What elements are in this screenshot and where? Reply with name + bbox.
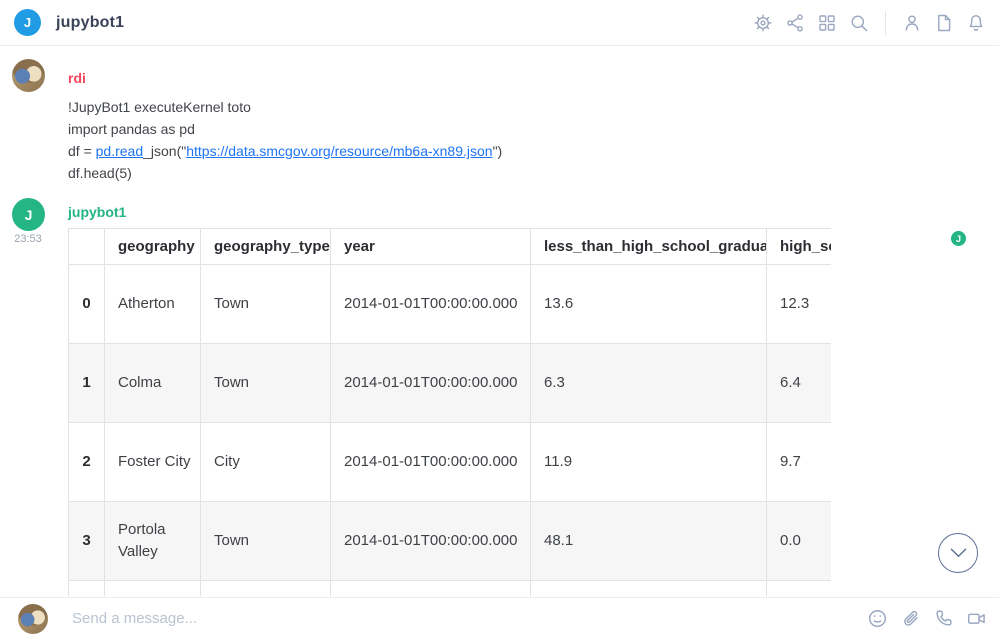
scroll-to-bottom-button[interactable] xyxy=(938,533,978,573)
message-line: !JupyBot1 executeKernel toto xyxy=(68,96,502,118)
members-person-icon[interactable] xyxy=(901,12,923,34)
dataframe-cell: 6.3 xyxy=(531,344,767,423)
dataframe-table: geographygeography_typeyearless_than_hig… xyxy=(68,228,831,596)
dataframe-row: 3Portola ValleyTown2014-01-01T00:00:00.0… xyxy=(69,502,832,581)
dataframe-cell xyxy=(201,581,331,597)
dataframe-table-container: geographygeography_typeyearless_than_hig… xyxy=(68,228,831,596)
message-text: import pandas as pd xyxy=(68,121,195,137)
message-line: import pandas as pd xyxy=(68,118,502,140)
dataframe-body: 0AthertonTown2014-01-01T00:00:00.00013.6… xyxy=(69,265,832,597)
dataframe-cell xyxy=(331,581,531,597)
dataframe-col-header: geography_type xyxy=(201,229,331,265)
message-link[interactable]: pd.read xyxy=(96,143,143,159)
message-line: df = pd.read_json("https://data.smcgov.o… xyxy=(68,140,502,162)
room-header: J jupybot1 xyxy=(0,0,999,46)
dataframe-col-header: year xyxy=(331,229,531,265)
dataframe-cell: 0.0 xyxy=(767,502,832,581)
dataframe-cell: 2014-01-01T00:00:00.000 xyxy=(331,423,531,502)
message-input[interactable] xyxy=(72,610,866,627)
settings-gear-icon[interactable] xyxy=(752,12,774,34)
dataframe-col-header: less_than_high_school_graduate xyxy=(531,229,767,265)
dataframe-cell: Atherton xyxy=(105,265,201,344)
dataframe-cell: 3 xyxy=(69,502,105,581)
message-text: ") xyxy=(493,143,503,159)
dataframe-cell: Colma xyxy=(105,344,201,423)
dataframe-row: 2Foster CityCity2014-01-01T00:00:00.0001… xyxy=(69,423,832,502)
message-text: !JupyBot1 executeKernel toto xyxy=(68,99,251,115)
dataframe-row-partial xyxy=(69,581,832,597)
room-title: jupybot1 xyxy=(56,14,124,32)
bot-avatar[interactable]: J xyxy=(12,198,45,231)
chevron-down-icon xyxy=(950,548,967,558)
bot-avatar-letter: J xyxy=(25,207,33,223)
header-actions xyxy=(752,11,987,35)
room-avatar[interactable]: J xyxy=(14,9,41,36)
dataframe-cell: City xyxy=(201,423,331,502)
dataframe-cell: 13.6 xyxy=(531,265,767,344)
dataframe-cell: 2014-01-01T00:00:00.000 xyxy=(331,502,531,581)
dataframe-cell xyxy=(105,581,201,597)
message-text: df.head(5) xyxy=(68,165,132,181)
message-text: df = xyxy=(68,143,96,159)
dataframe-row: 1ColmaTown2014-01-01T00:00:00.0006.36.4 xyxy=(69,344,832,423)
dataframe-cell: 9.7 xyxy=(767,423,832,502)
user-message-lines: !JupyBot1 executeKernel toto import panda… xyxy=(68,96,502,184)
share-icon[interactable] xyxy=(784,12,806,34)
emoji-smiley-icon[interactable] xyxy=(866,608,888,630)
user-username[interactable]: rdi xyxy=(68,70,86,86)
message-link[interactable]: https://data.smcgov.org/resource/mb6a-xn… xyxy=(186,143,492,159)
video-call-camera-icon[interactable] xyxy=(965,608,987,630)
badge-letter: J xyxy=(956,234,961,244)
message-line: df.head(5) xyxy=(68,162,502,184)
dataframe-cell: 1 xyxy=(69,344,105,423)
dataframe-cell: 11.9 xyxy=(531,423,767,502)
dataframe-cell: 6.4 xyxy=(767,344,832,423)
dataframe-cell: 2014-01-01T00:00:00.000 xyxy=(331,344,531,423)
chat-app: J jupybot1 xyxy=(0,0,999,639)
dataframe-col-header: geography xyxy=(105,229,201,265)
dataframe-cell: 48.1 xyxy=(531,502,767,581)
dataframe-cell: 0 xyxy=(69,265,105,344)
dataframe-cell: Town xyxy=(201,344,331,423)
composer-actions xyxy=(866,608,987,630)
dataframe-cell xyxy=(69,581,105,597)
attachment-paperclip-icon[interactable] xyxy=(899,608,921,630)
apps-grid-icon[interactable] xyxy=(816,12,838,34)
dataframe-cell xyxy=(531,581,767,597)
message-text: _json(" xyxy=(143,143,186,159)
dataframe-cell: 2014-01-01T00:00:00.000 xyxy=(331,265,531,344)
phone-call-icon[interactable] xyxy=(932,608,954,630)
search-icon[interactable] xyxy=(848,12,870,34)
notifications-bell-icon[interactable] xyxy=(965,12,987,34)
dataframe-row: 0AthertonTown2014-01-01T00:00:00.00013.6… xyxy=(69,265,832,344)
bot-username[interactable]: jupybot1 xyxy=(68,204,126,220)
message-timestamp: 23:53 xyxy=(9,233,47,245)
bot-unread-badge: J xyxy=(951,231,966,246)
message-list: rdi !JupyBot1 executeKernel toto import p… xyxy=(0,46,999,597)
dataframe-cell: 12.3 xyxy=(767,265,832,344)
header-divider xyxy=(885,11,886,35)
dataframe-cell: Portola Valley xyxy=(105,502,201,581)
dataframe-col-header xyxy=(69,229,105,265)
room-avatar-letter: J xyxy=(24,15,31,30)
dataframe-cell: Town xyxy=(201,502,331,581)
current-user-avatar[interactable] xyxy=(18,604,48,634)
dataframe-cell xyxy=(767,581,832,597)
dataframe-cell: Town xyxy=(201,265,331,344)
user-avatar[interactable] xyxy=(12,59,45,92)
dataframe-cell: 2 xyxy=(69,423,105,502)
dataframe-cell: Foster City xyxy=(105,423,201,502)
dataframe-header-row: geographygeography_typeyearless_than_hig… xyxy=(69,229,832,265)
message-composer xyxy=(0,597,999,639)
file-document-icon[interactable] xyxy=(933,12,955,34)
dataframe-col-header: high_sc xyxy=(767,229,832,265)
